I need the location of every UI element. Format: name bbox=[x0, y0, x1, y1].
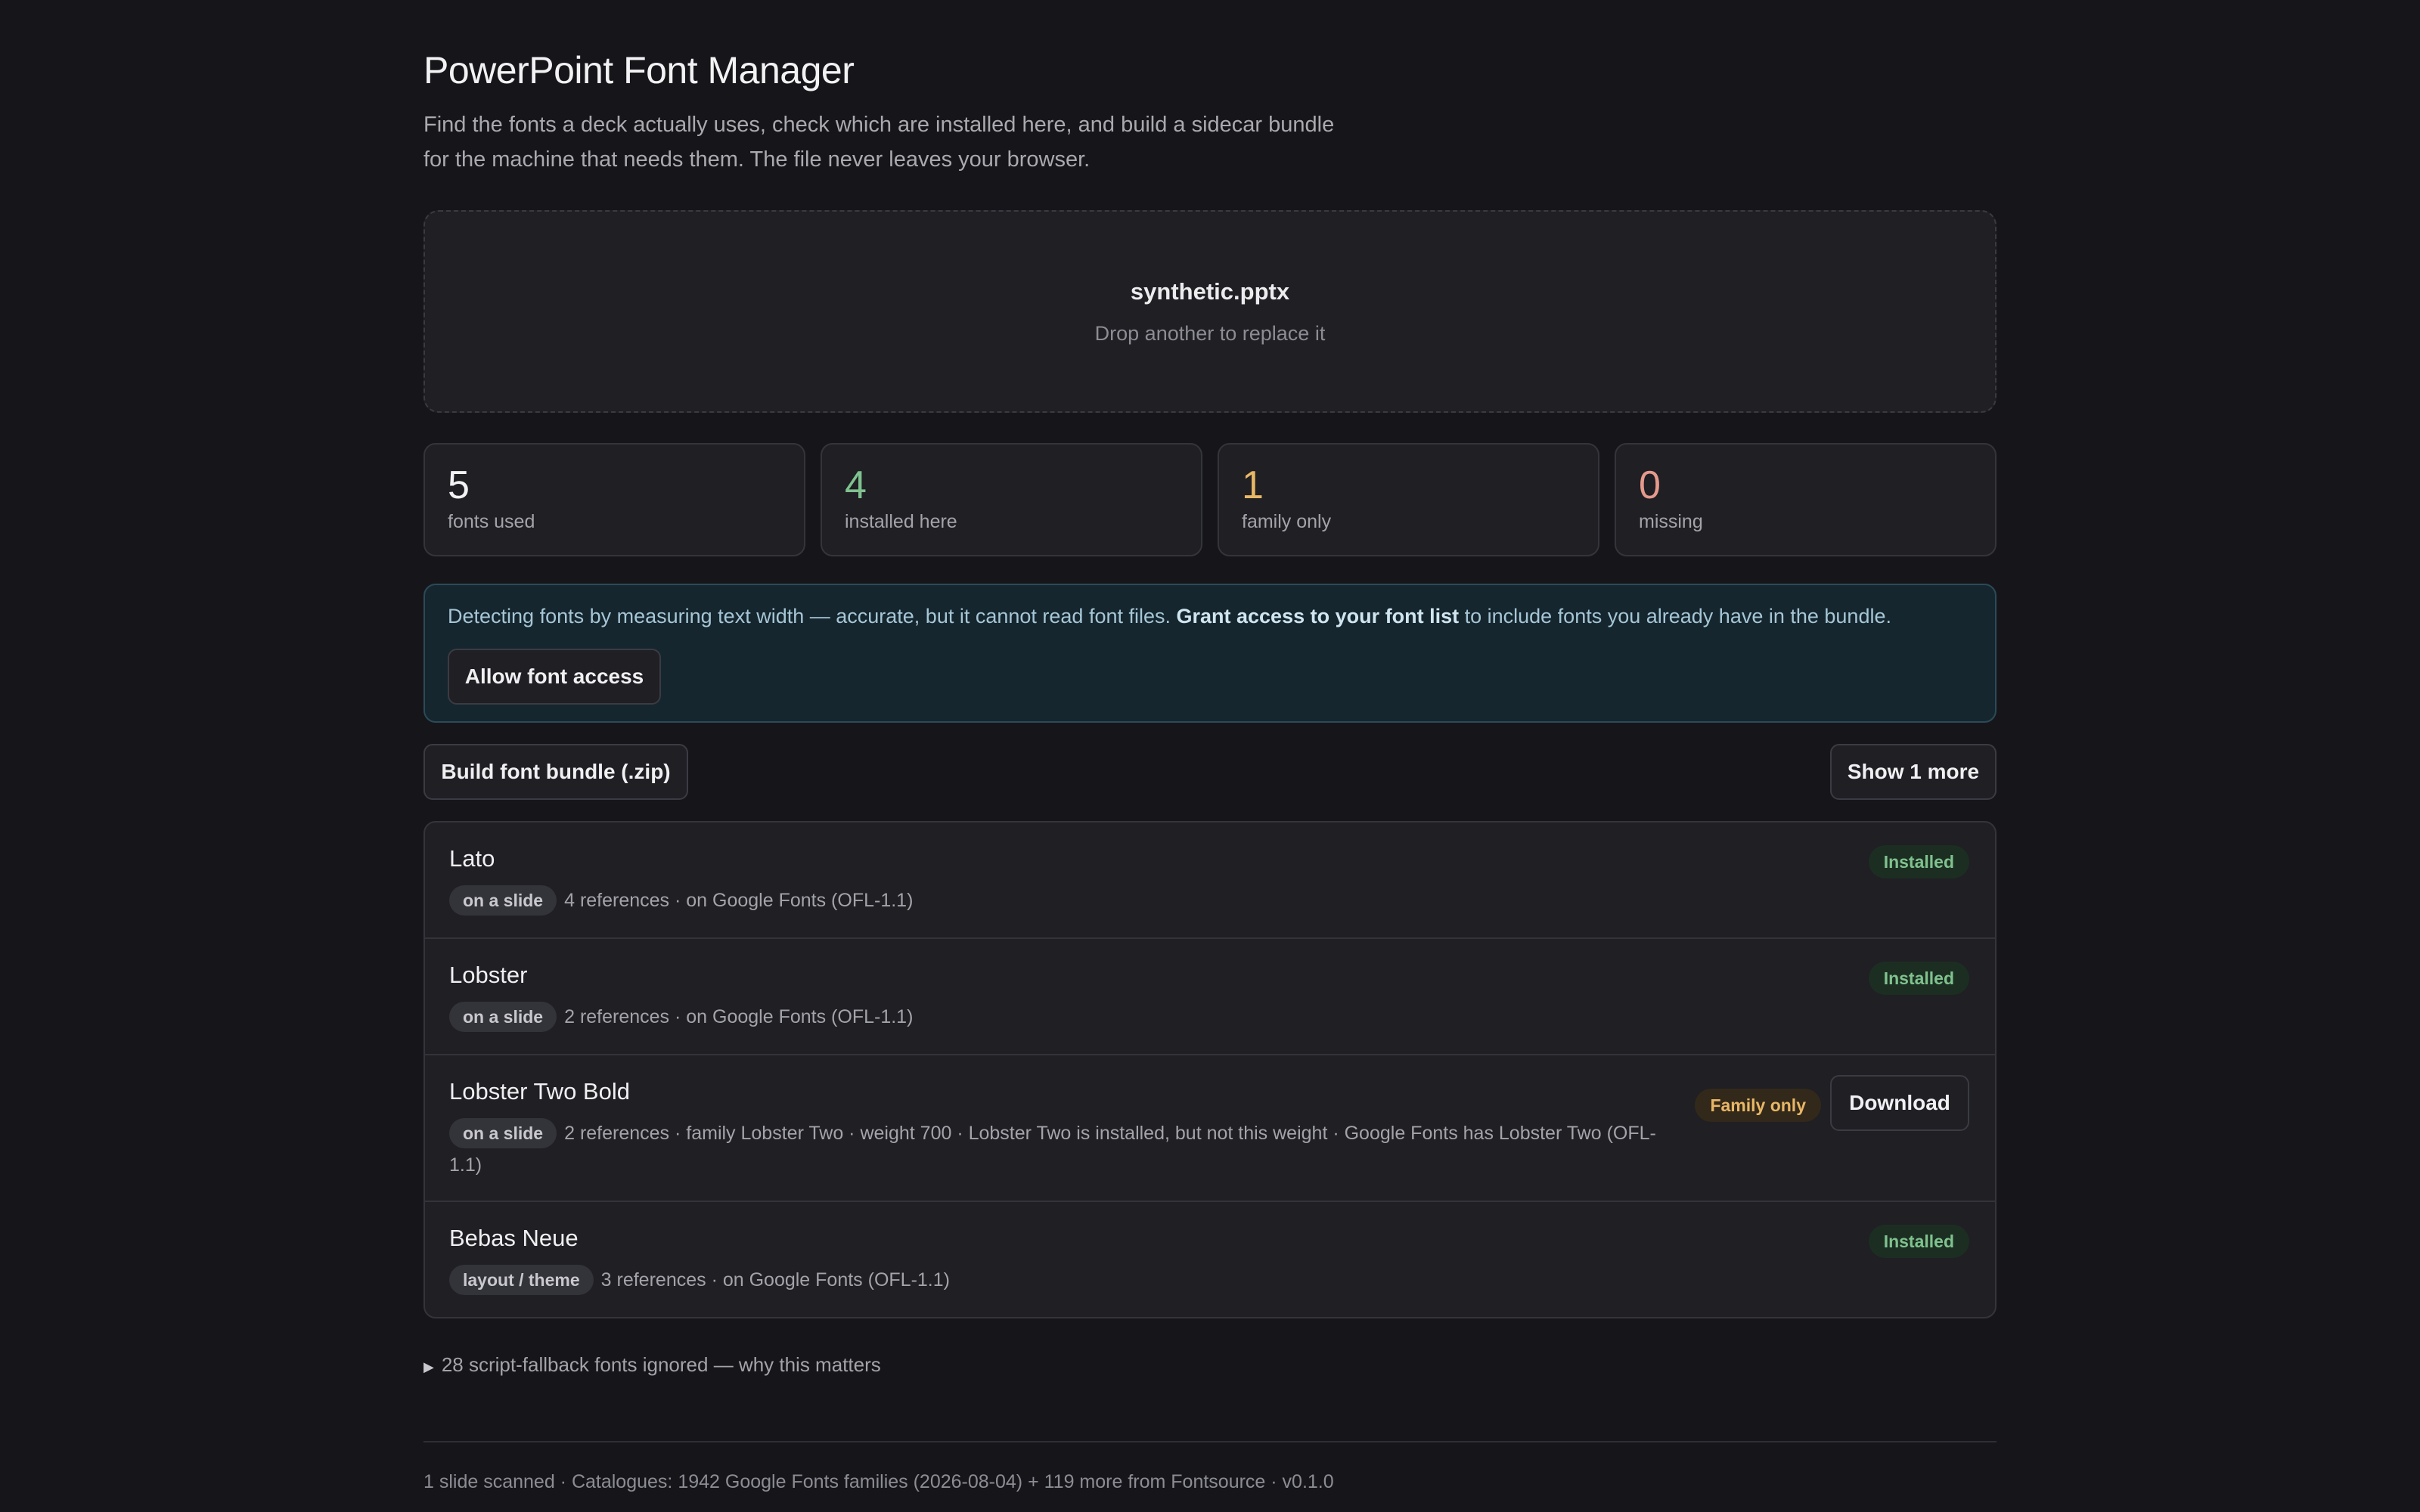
footer-divider bbox=[424, 1441, 1996, 1442]
font-row[interactable]: Lato on a slide 4 references · on Google … bbox=[425, 823, 1995, 939]
stat-label: fonts used bbox=[448, 511, 535, 532]
status-badge: Installed bbox=[1868, 1225, 1969, 1258]
font-details: 4 references · on Google Fonts (OFL-1.1) bbox=[564, 890, 914, 911]
font-details: 3 references · on Google Fonts (OFL-1.1) bbox=[600, 1269, 950, 1290]
status-badge: Family only bbox=[1695, 1089, 1821, 1122]
stat-missing: 0 missing bbox=[1615, 443, 1996, 556]
disclosure-triangle-icon: ▶ bbox=[424, 1359, 434, 1374]
stat-installed: 4 installed here bbox=[821, 443, 1202, 556]
fallback-fonts-disclosure[interactable]: ▶ 28 script-fallback fonts ignored — why … bbox=[424, 1353, 881, 1377]
allow-font-access-button[interactable]: Allow font access bbox=[448, 649, 661, 705]
stat-label: installed here bbox=[845, 511, 957, 532]
notice-text: Detecting fonts by measuring text width … bbox=[448, 605, 1891, 628]
loaded-filename: synthetic.pptx bbox=[1130, 278, 1290, 305]
notice-text-before: Detecting fonts by measuring text width … bbox=[448, 605, 1177, 627]
font-meta: on a slide 2 references · on Google Fonts… bbox=[449, 1001, 1674, 1033]
stat-value: 0 bbox=[1639, 463, 1661, 507]
build-bundle-button[interactable]: Build font bundle (.zip) bbox=[424, 744, 688, 800]
usage-chip: on a slide bbox=[449, 885, 557, 916]
fallback-summary-text: 28 script-fallback fonts ignored — why t… bbox=[441, 1353, 881, 1376]
font-meta: layout / theme 3 references · on Google F… bbox=[449, 1264, 1674, 1296]
stat-fonts-used: 5 fonts used bbox=[424, 443, 805, 556]
fallback-summary[interactable]: ▶ 28 script-fallback fonts ignored — why … bbox=[424, 1353, 881, 1377]
font-meta: on a slide 2 references · family Lobster … bbox=[449, 1117, 1674, 1181]
show-more-button[interactable]: Show 1 more bbox=[1830, 744, 1996, 800]
stat-value: 4 bbox=[845, 463, 867, 507]
stat-value: 5 bbox=[448, 463, 470, 507]
dropzone-hint: Drop another to replace it bbox=[1094, 322, 1326, 345]
usage-chip: on a slide bbox=[449, 1118, 557, 1148]
usage-chip: on a slide bbox=[449, 1002, 557, 1032]
font-access-notice: Detecting fonts by measuring text width … bbox=[424, 584, 1996, 723]
stat-label: family only bbox=[1242, 511, 1332, 532]
stat-family-only: 1 family only bbox=[1218, 443, 1599, 556]
font-name: Bebas Neue bbox=[449, 1225, 579, 1251]
status-badge: Installed bbox=[1868, 962, 1969, 995]
stat-label: missing bbox=[1639, 511, 1703, 532]
stat-value: 1 bbox=[1242, 463, 1264, 507]
font-list: Lato on a slide 4 references · on Google … bbox=[424, 821, 1996, 1318]
page-description: Find the fonts a deck actually uses, che… bbox=[424, 113, 1335, 172]
file-dropzone[interactable]: synthetic.pptx Drop another to replace i… bbox=[424, 210, 1996, 413]
font-row[interactable]: Bebas Neue layout / theme 3 references · … bbox=[425, 1202, 1995, 1317]
stats-row: 5 fonts used 4 installed here 1 family o… bbox=[424, 443, 1996, 556]
font-meta: on a slide 4 references · on Google Fonts… bbox=[449, 885, 1674, 916]
font-name: Lobster Two Bold bbox=[449, 1078, 630, 1105]
footer-info: 1 slide scanned · Catalogues: 1942 Googl… bbox=[424, 1471, 1334, 1492]
usage-chip: layout / theme bbox=[449, 1265, 594, 1295]
font-details: 2 references · family Lobster Two · weig… bbox=[449, 1123, 1656, 1176]
notice-link[interactable]: Grant access to your font list bbox=[1177, 605, 1460, 627]
download-button[interactable]: Download bbox=[1830, 1075, 1969, 1131]
font-row[interactable]: Lobster Two Bold on a slide 2 references … bbox=[425, 1055, 1995, 1202]
notice-text-after: to include fonts you already have in the… bbox=[1459, 605, 1891, 627]
font-name: Lato bbox=[449, 845, 495, 872]
status-badge: Installed bbox=[1868, 845, 1969, 878]
font-row[interactable]: Lobster on a slide 2 references · on Goog… bbox=[425, 939, 1995, 1055]
font-details: 2 references · on Google Fonts (OFL-1.1) bbox=[564, 1006, 914, 1027]
page-title: PowerPoint Font Manager bbox=[424, 49, 855, 91]
font-name: Lobster bbox=[449, 962, 528, 988]
